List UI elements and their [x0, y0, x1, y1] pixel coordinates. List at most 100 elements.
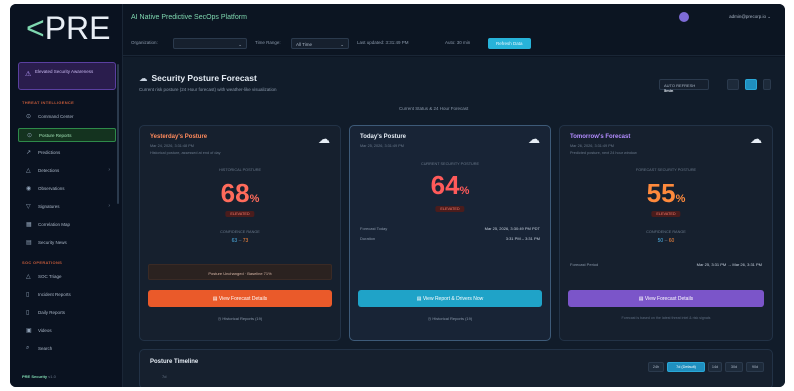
security-alert[interactable]: ⚠ Elevated Security Awareness [18, 62, 116, 90]
auto-refresh-value: 5min [664, 88, 674, 93]
sidebar-item-label: Correlation Map [38, 222, 71, 227]
page-title: ☁ Security Posture Forecast [139, 73, 257, 84]
sidebar-item-posture-reports[interactable]: ⊙ Posture Reports [18, 128, 116, 142]
cloud-icon: ☁ [750, 132, 762, 146]
chevron-down-icon: ⌄ [340, 42, 344, 47]
sidebar-item-videos[interactable]: ▣ Videos [18, 324, 116, 338]
row-label: Forecast Period [570, 262, 599, 267]
org-select[interactable]: ⌄ [173, 38, 247, 49]
range-high: 60 [668, 238, 675, 244]
today-posture-card: Today's Posture Mar 25, 2026, 3:31:49 PM… [349, 125, 551, 341]
tomorrow-forecast-card: Tomorrow's Forecast Mar 26, 2026, 3:31:4… [559, 125, 773, 341]
confidence-range: 63 – 73 [231, 238, 249, 244]
eye-icon: ◉ [26, 186, 32, 192]
timeline-title: Posture Timeline [150, 359, 199, 365]
posture-score: 68% [140, 178, 340, 209]
score-value: 64 [430, 170, 460, 200]
sidebar-item-incident-reports[interactable]: ▯ Incident Reports [18, 288, 116, 302]
range-pill-7d[interactable]: 7d (Default) [667, 362, 705, 372]
confidence-range: 50 – 60 [657, 238, 675, 244]
status-badge: ELEVATED [651, 211, 681, 217]
filter-range-label: Time Range: [255, 40, 281, 45]
score-unit: % [249, 193, 260, 205]
footer-version: v1.0 [48, 374, 56, 379]
status-badge: ELEVATED [435, 206, 465, 212]
home-icon: ⊙ [26, 114, 32, 120]
range-pill-90d[interactable]: 90d [746, 362, 764, 372]
sidebar-item-soc-triage[interactable]: △ SOC Triage [18, 270, 116, 284]
auto-refresh-control[interactable]: AUTO REFRESH 5min [659, 79, 709, 93]
more-button[interactable] [763, 79, 771, 90]
historical-reports-link[interactable]: ◷ Historical Reports (19) [140, 316, 340, 321]
score-label: FORECAST SECURITY POSTURE [635, 168, 697, 172]
forecast-today-row: Forecast Today Mar 25, 2026, 3:30:49 PM P… [360, 226, 540, 231]
chart-icon: ↗ [26, 150, 32, 156]
forecast-note: Forecast is based on the latest threat i… [621, 316, 711, 320]
alert-icon: ⚠ [25, 71, 32, 78]
row-value: Mar 25, 3:31 PM → Mar 26, 3:31 PM [696, 262, 762, 267]
sidebar-item-label: Videos [38, 328, 52, 333]
logo-bracket: < [26, 10, 45, 46]
warning-icon: △ [26, 168, 31, 174]
sidebar-item-security-news[interactable]: ▤ Security News [18, 236, 116, 250]
card-date: Mar 26, 2026, 3:31:49 PM [570, 144, 614, 148]
sidebar-item-observations[interactable]: ◉ Observations [18, 182, 116, 196]
sidebar-scrollbar[interactable] [117, 64, 119, 204]
sidebar-item-label: Security News [38, 240, 67, 245]
time-range-select[interactable]: All Time ⌄ [291, 38, 349, 49]
sidebar-item-detections[interactable]: △ Detections › [18, 164, 116, 178]
view-report-drivers-button[interactable]: ▤ View Report & Drivers Now [358, 290, 542, 307]
card-title: Today's Posture [360, 134, 406, 140]
range-pill-14d[interactable]: 14d [708, 362, 722, 372]
app-window: <PRE ⚠ Elevated Security Awareness THREA… [10, 4, 785, 387]
refresh-button[interactable] [745, 79, 757, 90]
sidebar-item-correlation-map[interactable]: ▦ Correlation Map [18, 218, 116, 232]
cloud-icon: ☁ [318, 132, 330, 146]
view-forecast-details-button[interactable]: ▤ View Forecast Details [568, 290, 764, 307]
doc-icon: ▯ [26, 292, 30, 298]
search-icon: ⌕ [26, 345, 30, 351]
duration-row: Duration 3:31 PM – 3:31 PM [360, 236, 540, 241]
sidebar-item-search[interactable]: ⌕ Search [18, 342, 116, 356]
score-label: CURRENT SECURITY POSTURE [420, 162, 480, 166]
sidebar-item-label: Incident Reports [38, 292, 71, 297]
map-icon: ▦ [26, 222, 32, 228]
historical-reports-link[interactable]: ◷ Historical Reports (19) [350, 316, 550, 321]
range-label: CONFIDENCE RANGE [646, 230, 686, 234]
forecast-period-row: Forecast Period Mar 25, 3:31 PM → Mar 26,… [570, 262, 762, 267]
user-menu[interactable]: admin@precorp.io ⌄ [729, 14, 771, 20]
score-label: HISTORICAL POSTURE [219, 168, 261, 172]
sidebar-item-label: SOC Triage [38, 274, 62, 279]
range-label: CONFIDENCE RANGE [220, 230, 260, 234]
button-label: View Forecast Details [218, 296, 268, 302]
timeline-subtitle: 7d [162, 374, 167, 379]
sidebar-item-label: Signatures [38, 204, 60, 209]
user-email: admin@precorp.io [729, 14, 766, 19]
sidebar-item-daily-reports[interactable]: ▯ Daily Reports [18, 306, 116, 320]
avatar[interactable] [679, 12, 689, 22]
chevron-icon: › [108, 167, 110, 173]
view-forecast-details-button[interactable]: ▤ View Forecast Details [148, 290, 332, 307]
shield-icon: ⊙ [27, 133, 33, 139]
alert-text: Elevated Security Awareness [35, 69, 94, 74]
news-icon: ▤ [26, 240, 32, 246]
sidebar-item-signatures[interactable]: ▽ Signatures › [18, 200, 116, 214]
posture-score: 55% [560, 178, 772, 209]
sidebar-item-predictions[interactable]: ↗ Predictions [18, 146, 116, 160]
range-pill-30d[interactable]: 30d [725, 362, 743, 372]
main-content: ☁ Security Posture Forecast Current risk … [123, 57, 785, 387]
footer-name: PRE Security [22, 374, 48, 379]
grid-view-button[interactable] [727, 79, 739, 90]
link-label: Historical Reports (19) [222, 316, 263, 321]
sidebar-item-label: Search [38, 346, 53, 351]
sidebar: <PRE ⚠ Elevated Security Awareness THREA… [10, 4, 123, 387]
logo[interactable]: <PRE [26, 10, 110, 47]
card-subtitle: Historical posture, assessed at end of d… [150, 151, 221, 155]
refresh-data-button[interactable]: Refresh Data [488, 38, 531, 49]
row-label: Forecast Today [360, 226, 388, 231]
row-value: 3:31 PM – 3:31 PM [505, 236, 540, 241]
sidebar-item-label: Detections [38, 168, 60, 173]
range-pill-24h[interactable]: 24h [648, 362, 664, 372]
sidebar-item-command-center[interactable]: ⊙ Command Center [18, 110, 116, 124]
triage-icon: △ [26, 274, 31, 280]
